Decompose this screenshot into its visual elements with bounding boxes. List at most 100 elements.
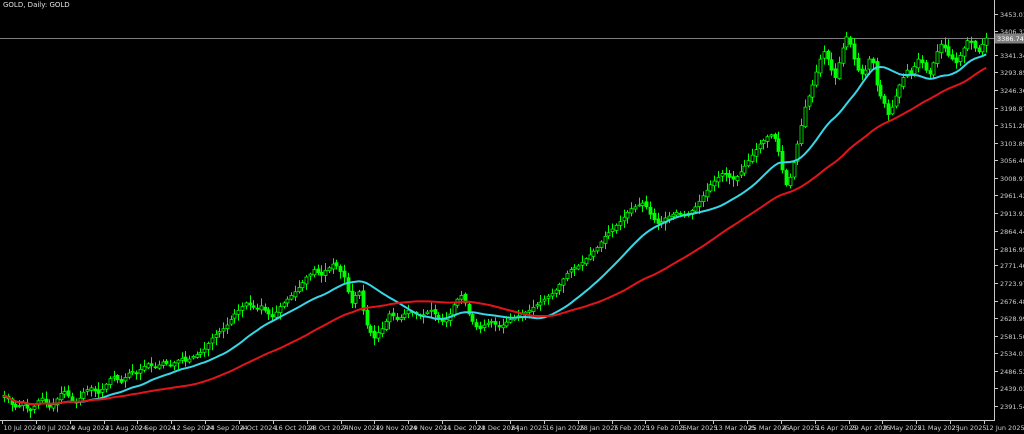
- candle-bull: [429, 309, 434, 312]
- candle-bear: [644, 201, 649, 208]
- y-tick-label: 2628.99: [1000, 315, 1024, 323]
- candle-bear: [826, 50, 831, 60]
- y-tick-label: 2723.97: [1000, 280, 1024, 288]
- candle-bull: [742, 165, 747, 174]
- candle-bull: [807, 95, 812, 107]
- y-tick-label: 3293.85: [1000, 69, 1024, 77]
- candle-bull: [17, 405, 22, 407]
- candle-bull: [931, 62, 936, 76]
- candle-bull: [62, 391, 67, 395]
- y-tick-label: 2534.01: [1000, 350, 1024, 358]
- candle-bull: [542, 298, 547, 302]
- candle-bear: [470, 314, 475, 322]
- candle-bull: [822, 51, 827, 59]
- candle-bull: [841, 47, 846, 64]
- candle-bear: [372, 330, 377, 339]
- x-tick-label: 10 Jul 2024: [4, 424, 41, 432]
- current-price-label: 3386.74: [997, 35, 1024, 43]
- candlestick-chart: 3453.013406.323341.343293.853246.363198.…: [0, 0, 1024, 434]
- candle-bull: [716, 176, 721, 183]
- candle-bull: [146, 363, 151, 369]
- candle-bear: [391, 312, 396, 317]
- y-tick-label: 2391.54: [1000, 403, 1024, 411]
- candle-bear: [497, 325, 502, 328]
- candle-bull: [637, 204, 642, 207]
- candle-bear: [342, 270, 347, 278]
- candle-bull: [894, 95, 899, 107]
- x-tick-label: 4 Apr 2025: [783, 424, 819, 432]
- candle-bear: [648, 206, 653, 215]
- candle-bull: [897, 84, 902, 98]
- candle-bear: [928, 70, 933, 75]
- candle-bear: [350, 290, 355, 304]
- candle-bear: [93, 388, 98, 392]
- candle-bull: [705, 189, 710, 198]
- candle-bull: [750, 154, 755, 162]
- y-tick-label: 3453.01: [1000, 11, 1024, 19]
- candle-bull: [803, 106, 808, 128]
- candle-bull: [244, 302, 249, 307]
- candle-bear: [848, 37, 853, 45]
- candle-bull: [486, 322, 491, 325]
- candle-bull: [569, 269, 574, 273]
- candle-bull: [788, 176, 793, 187]
- candle-bull: [59, 393, 64, 401]
- candle-bull: [108, 378, 113, 385]
- candle-bear: [943, 44, 948, 49]
- y-tick-label: 2486.52: [1000, 368, 1024, 376]
- candle-bear: [248, 302, 253, 306]
- candle-bull: [984, 37, 989, 46]
- candle-bull: [214, 333, 219, 338]
- candle-bull: [285, 298, 290, 304]
- candle-bull: [489, 320, 494, 323]
- candle-bull: [595, 247, 600, 252]
- candle-bull: [176, 359, 181, 364]
- candle-bull: [912, 66, 917, 75]
- candle-bull: [697, 200, 702, 207]
- candle-bear: [119, 379, 124, 383]
- candle-bear: [829, 59, 834, 71]
- candle-bull: [640, 202, 645, 206]
- candle-bull: [191, 356, 196, 359]
- candle-bull: [844, 36, 849, 48]
- candle-bull: [958, 55, 963, 62]
- candle-bear: [875, 61, 880, 86]
- candle-bull: [629, 208, 634, 214]
- candle-bull: [406, 309, 411, 315]
- candle-bull: [32, 405, 37, 410]
- candle-bull: [357, 291, 362, 296]
- candle-bear: [946, 46, 951, 56]
- candle-bull: [758, 143, 763, 150]
- candle-bull: [161, 361, 166, 366]
- candle-bull: [232, 313, 237, 319]
- candle-bull: [720, 173, 725, 177]
- candle-bull: [304, 276, 309, 285]
- candle-bull: [810, 84, 815, 98]
- candle-bear: [153, 366, 158, 369]
- candle-bear: [436, 315, 441, 319]
- y-tick-label: 3246.36: [1000, 87, 1024, 95]
- candle-bull: [293, 291, 298, 298]
- candle-bull: [206, 343, 211, 350]
- candle-bear: [833, 68, 838, 78]
- chart-title: GOLD, Daily: GOLD: [3, 1, 70, 9]
- candle-bull: [259, 305, 264, 311]
- candle-bear: [924, 62, 929, 71]
- candle-bull: [240, 306, 245, 311]
- candle-bull: [591, 250, 596, 257]
- candle-bull: [712, 180, 717, 187]
- candle-bull: [962, 47, 967, 57]
- candle-bear: [860, 68, 865, 75]
- candle-bull: [739, 171, 744, 176]
- candle-bear: [969, 40, 974, 43]
- candle-bull: [546, 295, 551, 299]
- candle-bull: [622, 216, 627, 222]
- candle-bull: [278, 306, 283, 313]
- candle-bull: [501, 324, 506, 329]
- candle-bear: [478, 325, 483, 330]
- candle-bear: [776, 138, 781, 152]
- candle-bear: [852, 43, 857, 60]
- candle-bull: [376, 332, 381, 339]
- candle-bull: [610, 228, 615, 232]
- x-tick-label: 4 Oct 2024: [241, 424, 277, 432]
